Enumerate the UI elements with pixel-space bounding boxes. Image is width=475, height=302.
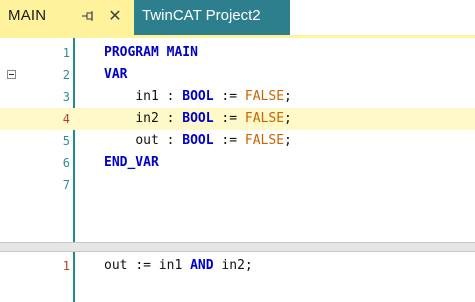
line-number: 7 [62, 178, 70, 192]
collapse-toggle-icon[interactable] [7, 70, 16, 79]
line-number: 6 [62, 156, 70, 170]
tab-project-label: TwinCAT Project2 [142, 7, 261, 24]
code-line[interactable]: 1 out := in1 AND in2; [0, 255, 475, 277]
literal-value: FALSE [244, 133, 285, 148]
end-var-keyword: END_VAR [104, 155, 159, 170]
implementation-editor[interactable]: 1 out := in1 AND in2; [0, 252, 475, 302]
type-keyword: BOOL [182, 111, 214, 126]
line-number: 1 [62, 259, 70, 273]
code-line[interactable]: 7 [0, 174, 475, 196]
literal-value: FALSE [244, 111, 285, 126]
variable-name: in1 [135, 89, 159, 104]
line-number: 4 [62, 112, 70, 126]
pin-icon[interactable] [80, 5, 96, 27]
tab-main[interactable]: MAIN ✕ [0, 0, 134, 35]
code-text: PROGRAM MAIN [104, 42, 198, 64]
code-line[interactable]: 6 END_VAR [0, 152, 475, 174]
code-text: in1 : BOOL := FALSE; [135, 89, 292, 104]
type-keyword: BOOL [182, 133, 214, 148]
variable-name: out [104, 258, 128, 273]
editor-tab-strip: MAIN ✕ TwinCAT Project2 [0, 0, 475, 35]
variable-name: out [135, 133, 159, 148]
code-line[interactable]: 3 in1 : BOOL := FALSE; [0, 86, 475, 108]
editor-splitter[interactable] [0, 242, 475, 252]
code-text: out := in1 AND in2; [104, 258, 253, 273]
code-text: VAR [104, 64, 127, 86]
program-keyword: PROGRAM MAIN [104, 45, 198, 60]
variable-name: in2 [221, 258, 245, 273]
tab-main-label: MAIN [8, 7, 47, 24]
code-text: END_VAR [104, 152, 159, 174]
code-line[interactable]: 5 out : BOOL := FALSE; [0, 130, 475, 152]
code-text: out : BOOL := FALSE; [135, 133, 292, 148]
and-keyword: AND [190, 258, 214, 273]
literal-value: FALSE [244, 89, 285, 104]
type-keyword: BOOL [182, 89, 214, 104]
variable-name: in2 [135, 111, 159, 126]
line-number: 1 [62, 46, 70, 60]
code-text: in2 : BOOL := FALSE; [135, 111, 292, 126]
assign-operator: := [135, 258, 151, 273]
declaration-editor[interactable]: 1 PROGRAM MAIN 2 VAR 3 in1 : BOOL := FAL… [0, 38, 475, 242]
close-icon[interactable]: ✕ [107, 5, 123, 27]
code-line-current[interactable]: 4 in2 : BOOL := FALSE; [0, 108, 475, 130]
tab-twincat-project2[interactable]: TwinCAT Project2 [134, 0, 290, 35]
code-line[interactable]: 1 PROGRAM MAIN [0, 42, 475, 64]
line-number: 5 [62, 134, 70, 148]
line-number: 2 [62, 68, 70, 82]
variable-name: in1 [158, 258, 183, 273]
var-keyword: VAR [104, 67, 128, 82]
code-line[interactable]: 2 VAR [0, 64, 475, 86]
line-number: 3 [62, 90, 70, 104]
